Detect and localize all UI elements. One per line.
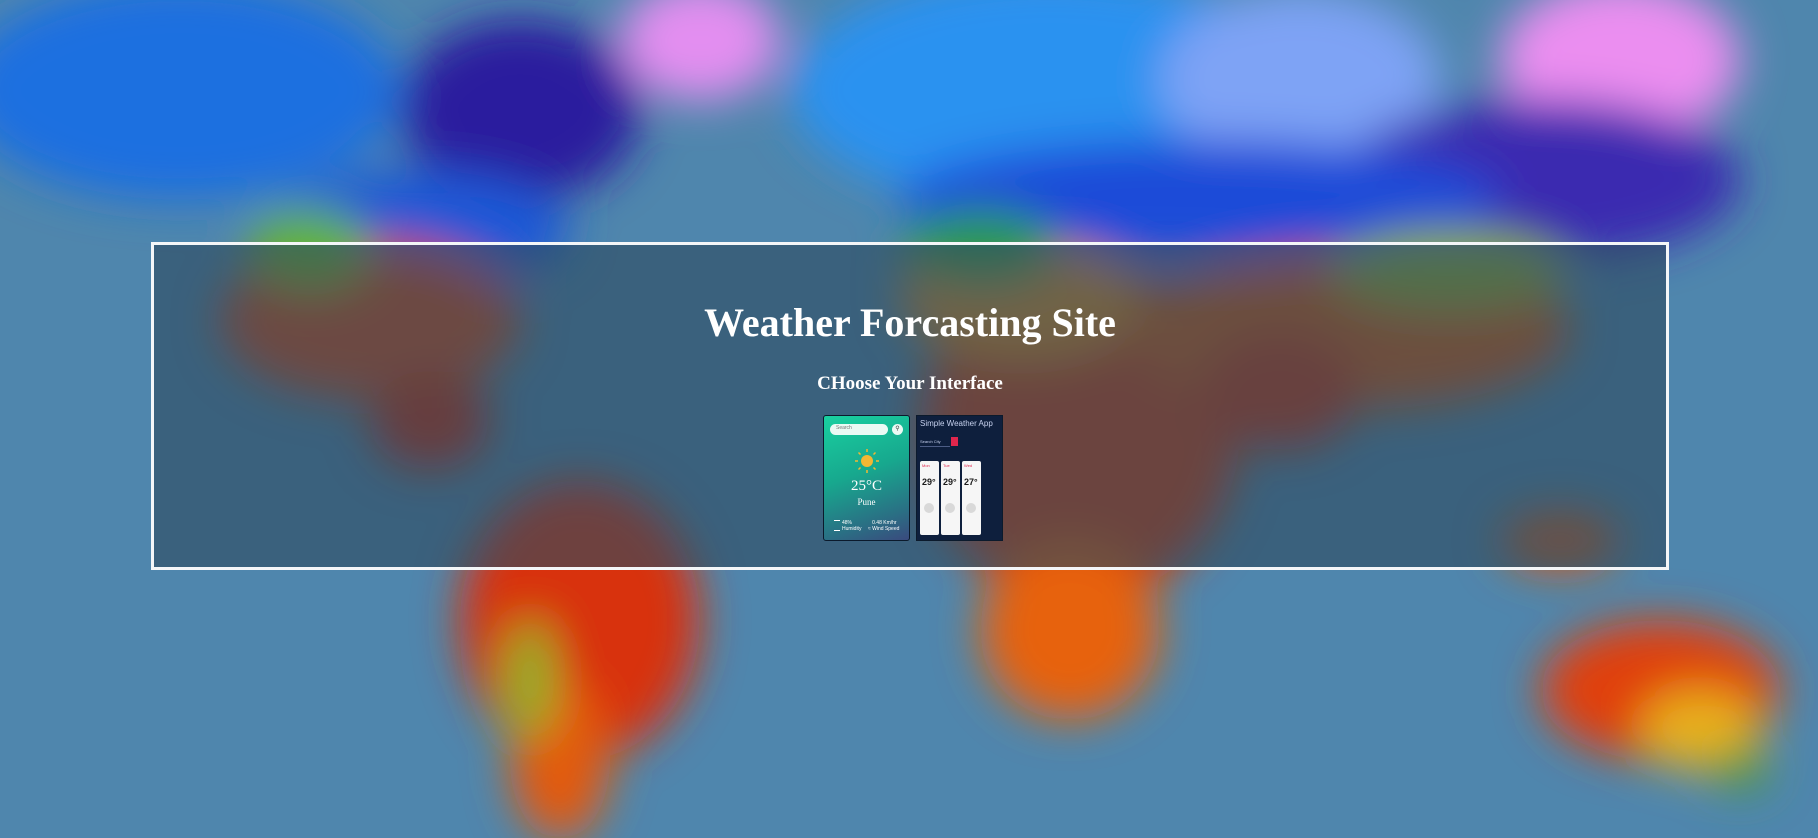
forecast-card: Mon 29° xyxy=(920,461,939,535)
search-icon: ⚲ xyxy=(892,424,903,435)
cloud-icon xyxy=(945,503,955,513)
city-name: Pune xyxy=(857,497,876,507)
sun-icon xyxy=(855,449,879,473)
humidity-icon xyxy=(834,520,840,531)
cloud-icon xyxy=(924,503,934,513)
search-input: Search xyxy=(830,424,888,435)
search-button xyxy=(951,437,958,446)
humidity-readout: 48% Humidity xyxy=(834,520,861,532)
page-title: Weather Forcasting Site xyxy=(704,300,1116,345)
dark-app-interface-thumbnail[interactable]: Simple Weather App Search City Mon 29° T… xyxy=(916,415,1003,541)
app-title: Simple Weather App xyxy=(920,419,993,428)
cloud-icon xyxy=(966,503,976,513)
city-input: Search City xyxy=(920,438,950,447)
wind-icon: ≈ xyxy=(868,526,871,532)
green-card-interface-thumbnail[interactable]: Search ⚲ 25°C Pune 48% Humidity ≈ 0.48 K… xyxy=(823,415,910,541)
temperature-value: 25°C xyxy=(850,478,882,494)
choose-interface-heading: CHoose Your Interface xyxy=(817,373,1003,394)
wind-readout: ≈ 0.48 Km/hr Wind Speed xyxy=(868,520,900,532)
forecast-card: Wed 27° xyxy=(962,461,981,535)
interface-chooser-panel: Weather Forcasting Site CHoose Your Inte… xyxy=(151,242,1669,570)
forecast-card: Tue 29° xyxy=(941,461,960,535)
